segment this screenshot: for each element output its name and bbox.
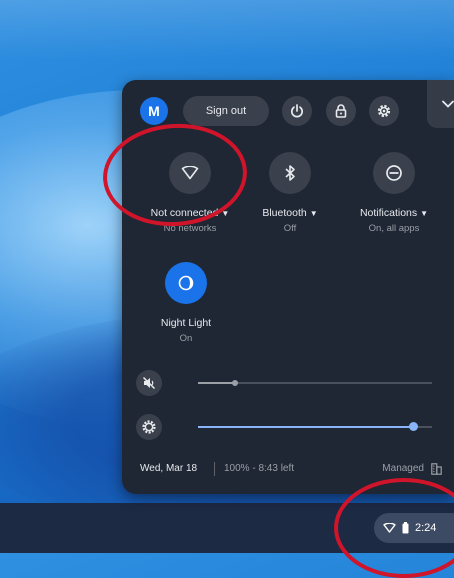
user-avatar[interactable]: M [140,97,168,125]
collapse-button[interactable] [427,80,454,128]
brightness-slider[interactable] [198,422,432,431]
gear-icon [377,104,391,118]
volume-row [136,370,432,396]
lock-button[interactable] [326,96,356,126]
volume-muted-icon [142,376,156,390]
settings-button[interactable] [369,96,399,126]
do-not-disturb-icon [386,165,402,181]
tile-bluetooth[interactable]: Bluetooth ▼ Off [240,152,340,234]
night-light-toggle[interactable] [165,262,207,304]
brightness-icon [142,420,156,434]
volume-thumb[interactable] [232,380,239,386]
power-button[interactable] [282,96,312,126]
chevron-down-icon [442,100,454,108]
night-light-icon [178,275,194,291]
bluetooth-status: Off [283,223,297,234]
night-light-status: On [179,333,193,344]
volume-slider[interactable] [198,380,432,386]
power-icon [290,104,304,118]
bluetooth-toggle[interactable] [269,152,311,194]
notifications-toggle[interactable] [373,152,415,194]
bluetooth-label[interactable]: Bluetooth ▼ [240,207,340,219]
brightness-row [136,414,432,440]
status-footer: Wed, Mar 18 100% - 8:43 left Managed [140,462,442,479]
sign-out-button[interactable]: Sign out [183,96,269,126]
night-light-label[interactable]: Night Light [136,317,236,329]
brightness-button [136,414,162,440]
date-label[interactable]: Wed, Mar 18 [140,463,197,474]
battery-status[interactable]: 100% - 8:43 left [224,463,294,474]
bluetooth-icon [285,165,295,181]
mute-toggle[interactable] [136,370,162,396]
volume-fill [198,382,236,384]
lock-icon [335,104,347,118]
annotation-circle-tray [334,478,454,578]
enterprise-icon [431,463,442,475]
brightness-thumb[interactable] [409,422,419,431]
notifications-status: On, all apps [368,223,420,234]
notifications-label[interactable]: Notifications ▼ [344,207,444,219]
brightness-fill [198,426,414,428]
tile-night-light[interactable]: Night Light On [136,262,236,344]
footer-divider [214,462,215,476]
tile-notifications[interactable]: Notifications ▼ On, all apps [344,152,444,234]
top-row: M Sign out [136,80,454,128]
managed-label[interactable]: Managed [382,463,424,474]
